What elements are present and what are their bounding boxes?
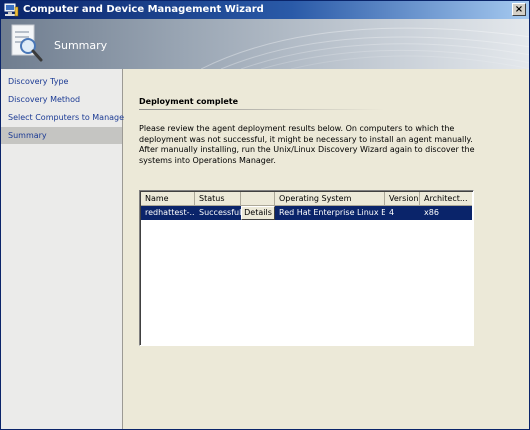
column-header-status[interactable]: Status [195, 192, 241, 206]
nav-item-select-computers[interactable]: Select Computers to Manage [1, 109, 125, 126]
computer-wizard-icon [4, 3, 19, 17]
cell-name: redhattest-... [145, 208, 195, 217]
details-button[interactable]: Details [241, 206, 275, 220]
close-button[interactable]: × [512, 3, 526, 16]
nav-item-label: Discovery Method [8, 95, 81, 104]
cell-architecture: x86 [424, 208, 439, 217]
nav-item-discovery-method[interactable]: Discovery Method [1, 91, 122, 108]
nav-item-summary[interactable]: Summary [1, 127, 122, 144]
cell-version: 4 [389, 208, 395, 217]
deployment-description: Please review the agent deployment resul… [139, 124, 475, 165]
section-divider [139, 109, 384, 110]
table-row[interactable]: redhattest-... Successful Details Red Ha… [141, 206, 472, 220]
results-list[interactable]: Name Status Operating System Version Arc… [139, 190, 474, 346]
wizard-nav: Discovery Type Discovery Method Select C… [1, 69, 125, 429]
title-bar[interactable]: Computer and Device Management Wizard × [1, 1, 529, 19]
window-title: Computer and Device Management Wizard [23, 4, 264, 15]
section-heading: Deployment complete [139, 97, 239, 106]
page-title: Summary [54, 39, 108, 52]
column-header-name[interactable]: Name [141, 192, 195, 206]
column-header-architecture[interactable]: Architect... [420, 192, 472, 206]
banner-decoration [201, 27, 529, 69]
nav-item-discovery-type[interactable]: Discovery Type [1, 73, 122, 90]
wizard-window: Computer and Device Management Wizard × … [0, 0, 530, 430]
nav-item-label: Select Computers to Manage [8, 113, 125, 122]
column-header-version[interactable]: Version [385, 192, 420, 206]
results-header: Name Status Operating System Version Arc… [141, 192, 472, 206]
summary-document-magnifier-icon [9, 23, 45, 65]
cell-status: Successful [199, 208, 241, 217]
cell-operating-system: Red Hat Enterprise Linux ES [279, 208, 385, 217]
nav-item-label: Discovery Type [8, 77, 69, 86]
nav-item-label: Summary [8, 131, 47, 140]
header-banner: Summary [1, 19, 529, 69]
main-panel: Deployment complete Please review the ag… [123, 69, 529, 429]
column-header-details[interactable] [241, 192, 275, 206]
column-header-os[interactable]: Operating System [275, 192, 385, 206]
